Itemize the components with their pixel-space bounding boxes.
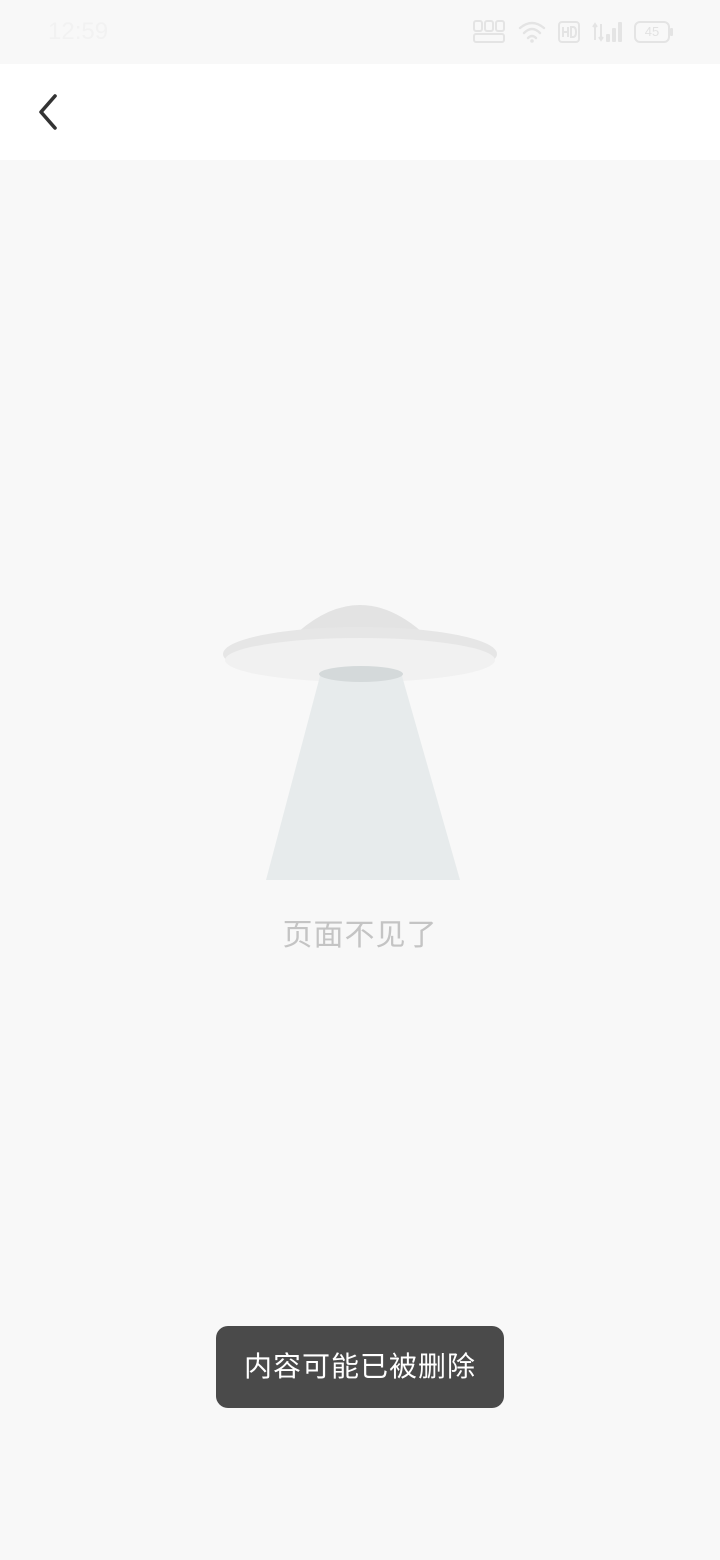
empty-message: 页面不见了 — [282, 918, 438, 953]
signal-icon — [592, 20, 622, 44]
status-time: 12:59 — [48, 18, 109, 45]
ufo-icon — [216, 596, 504, 888]
back-button[interactable] — [20, 84, 76, 140]
wifi-icon — [518, 20, 546, 44]
top-bar — [0, 64, 720, 160]
nfc-icon — [472, 18, 506, 46]
toast: 内容可能已被删除 — [216, 1326, 504, 1408]
status-bar: 12:59 45 — [0, 0, 720, 64]
screen: 12:59 45 页面不见了 内容可能已被删除 — [0, 0, 720, 1560]
toast-message: 内容可能已被删除 — [243, 1350, 476, 1383]
battery-level: 45 — [644, 24, 660, 39]
status-icons: 45 — [472, 16, 674, 48]
battery-icon: 45 — [634, 21, 674, 43]
hd-icon — [558, 21, 580, 43]
chevron-left-icon — [39, 94, 57, 130]
